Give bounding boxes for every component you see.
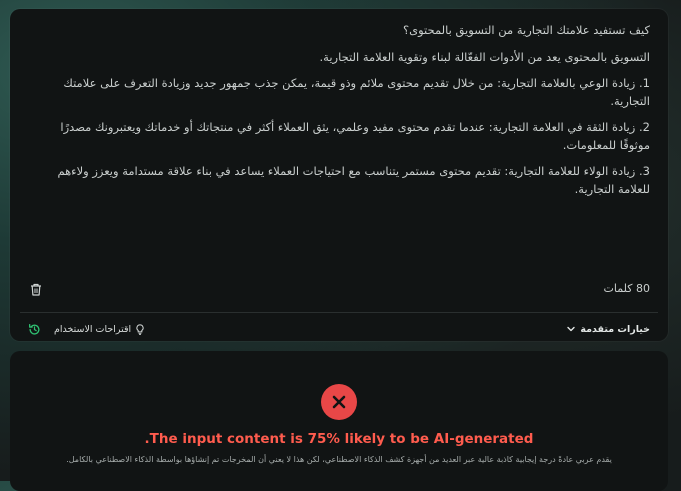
close-x-icon [332, 395, 346, 409]
result-status-badge [321, 384, 357, 420]
text-editor-card: كيف تستفيد علامتك التجارية من التسويق با… [10, 9, 668, 341]
usage-suggestions-label: اقتراحات الاستخدام [54, 323, 132, 335]
editor-text-area[interactable]: كيف تستفيد علامتك التجارية من التسويق با… [28, 21, 650, 206]
editor-question: كيف تستفيد علامتك التجارية من التسويق با… [403, 23, 650, 37]
history-icon [29, 323, 40, 335]
footer-left-actions: اقتراحات الاستخدام [28, 319, 145, 339]
advanced-options-button[interactable]: خيارات متقدمة [567, 319, 650, 339]
chevron-down-icon [567, 326, 576, 332]
editor-point-2: 2. زيادة الثقة في العلامة التجارية: عندم… [60, 120, 650, 152]
delete-button[interactable] [28, 281, 44, 297]
editor-point-3: 3. زيادة الولاء للعلامة التجارية: تقديم … [57, 164, 650, 196]
result-title: .The input content is 75% likely to be A… [144, 431, 534, 447]
editor-intro: التسويق بالمحتوى يعد من الأدوات الفعّالة… [319, 50, 650, 64]
editor-point-1: 1. زيادة الوعي بالعلامة التجارية: من خلا… [63, 76, 650, 108]
detection-result-card: .The input content is 75% likely to be A… [10, 351, 668, 491]
usage-suggestions-button[interactable]: اقتراحات الاستخدام [54, 324, 145, 335]
history-button[interactable] [28, 322, 42, 336]
footer-divider [20, 312, 658, 313]
result-description: يقدم عربي عادةً درجة إيجابية كاذبة عالية… [66, 455, 612, 464]
lightbulb-icon [136, 323, 144, 335]
advanced-options-label: خيارات متقدمة [580, 323, 650, 335]
trash-icon [31, 283, 41, 296]
word-count: 80 كلمات [603, 282, 650, 295]
